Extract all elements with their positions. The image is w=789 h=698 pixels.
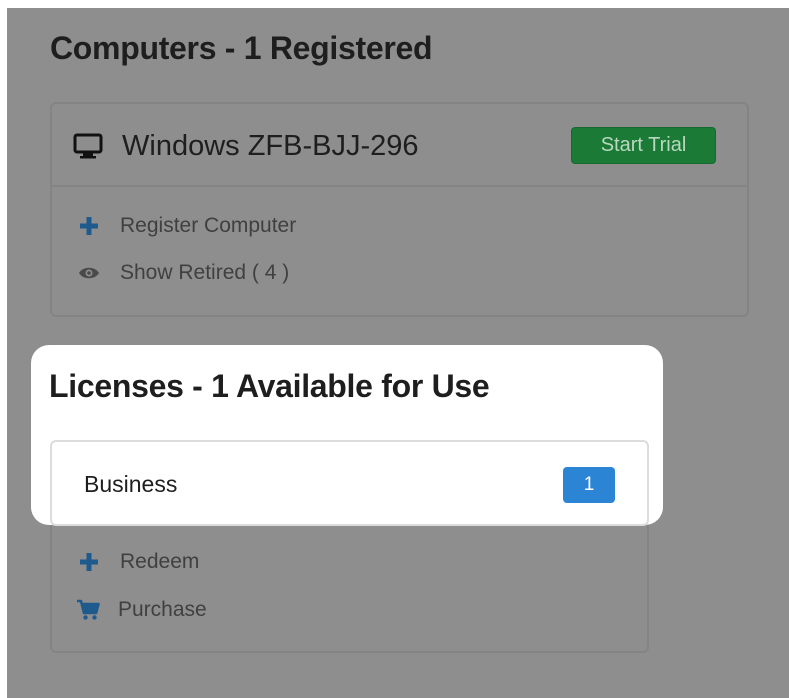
licenses-section-title: Licenses - 1 Available for Use [49,368,490,404]
show-retired-link[interactable]: Show Retired ( 4 ) [78,259,289,287]
show-retired-label: Show Retired ( 4 ) [120,261,290,284]
page-canvas: Computers - 1 Registered Windows ZFB-BJJ… [0,0,789,698]
eye-icon [78,262,100,284]
computer-name: Windows ZFB-BJJ-296 [122,129,419,162]
redeem-link[interactable]: Redeem [78,548,199,576]
computers-divider [52,185,747,187]
redeem-label: Redeem [120,550,200,573]
license-name: Business [84,470,178,497]
cart-icon [76,599,100,621]
computer-row[interactable]: Windows ZFB-BJJ-296 [70,126,419,166]
license-count-badge: 1 [563,467,615,503]
purchase-link[interactable]: Purchase [76,596,207,624]
license-row: Business [84,468,177,500]
purchase-label: Purchase [118,598,207,621]
monitor-icon [70,130,106,162]
plus-icon [78,551,100,573]
register-computer-link[interactable]: Register Computer [78,212,296,240]
computers-section-title: Computers - 1 Registered [50,30,433,66]
start-trial-button[interactable]: Start Trial [571,127,716,164]
plus-icon [78,215,100,237]
register-computer-label: Register Computer [120,214,297,237]
